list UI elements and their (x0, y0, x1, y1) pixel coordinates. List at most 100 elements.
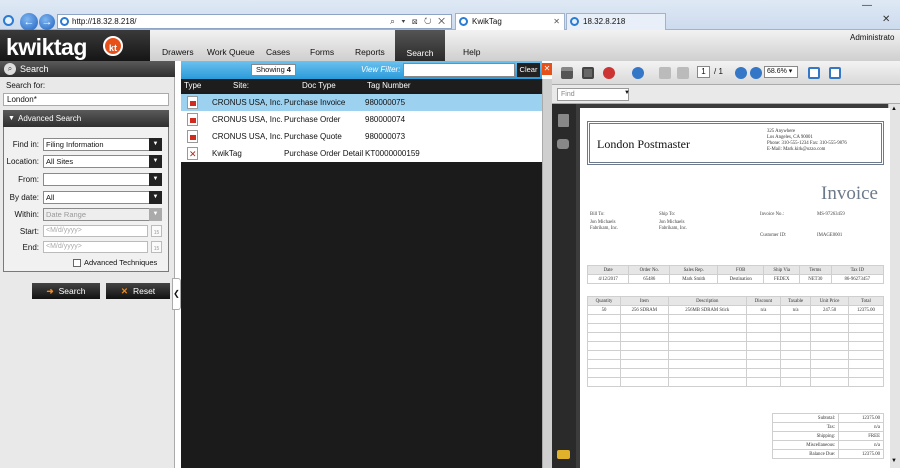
settings-icon[interactable] (632, 67, 644, 79)
by-date-value: All (46, 193, 55, 202)
col-type[interactable]: Type (184, 79, 201, 92)
bill-to-label: Bill To: (590, 212, 605, 217)
order-cell: FEDEX (763, 274, 801, 284)
total-value: n/a (838, 422, 884, 432)
zoom-value: 68.6% (767, 68, 787, 75)
col-tag-number[interactable]: Tag Number (367, 79, 411, 92)
zoom-in-icon[interactable] (750, 67, 762, 79)
chevron-down-icon: ▼ (149, 208, 162, 221)
advanced-search-title: Advanced Search (18, 114, 82, 123)
close-results-icon[interactable]: ✕ (542, 63, 552, 75)
chevron-down-icon[interactable]: ▼ (149, 155, 162, 168)
kwiktag-doc-icon (187, 146, 198, 163)
search-for-input[interactable]: London* (3, 93, 169, 106)
close-icon[interactable]: ✕ (553, 14, 560, 29)
fit-page-icon[interactable] (808, 67, 820, 79)
total-label: Shipping: (771, 431, 840, 441)
menu-work-queue[interactable]: Work Queue (207, 47, 255, 57)
address-line: E-Mail: Mark.kirk@ozzo.com (767, 147, 826, 152)
col-doc-type[interactable]: Doc Type (302, 79, 336, 92)
invoice-no: MS-97263459 (817, 212, 845, 217)
pdf-icon (187, 113, 198, 126)
collapse-panel-handle[interactable]: ❮ (172, 278, 181, 310)
within-value: Date Range (46, 210, 87, 219)
cell-doc-type: Purchase Invoice (284, 98, 346, 107)
address-text: http://18.32.8.218/ (72, 17, 137, 26)
chevron-down-icon[interactable]: ▼ (149, 191, 162, 204)
table-row[interactable]: KwikTag Purchase Order Detail KT00000001… (181, 145, 542, 163)
total-label: Miscellaneous: (771, 440, 840, 450)
item-header: Item (620, 296, 669, 306)
page-number-input[interactable]: 1 (697, 66, 710, 78)
menu-help[interactable]: Help (463, 47, 480, 57)
pages-icon[interactable] (558, 114, 569, 127)
zoom-out-icon[interactable] (735, 67, 747, 79)
menu-reports[interactable]: Reports (355, 47, 385, 57)
from-select[interactable]: ▼ (43, 173, 162, 186)
order-cell: 86-96273457 (830, 274, 885, 284)
table-row[interactable]: CRONUS USA, Inc. Purchase Order 98000007… (181, 111, 542, 128)
advanced-techniques-checkbox[interactable] (73, 259, 81, 267)
chevron-down-icon[interactable]: ▼ (624, 90, 630, 96)
fullscreen-icon[interactable] (829, 67, 841, 79)
zoom-select[interactable]: 68.6% ▾ (764, 66, 798, 78)
order-cell: Destination (717, 274, 765, 284)
col-site[interactable]: Site: (233, 79, 249, 92)
tab-address[interactable]: 18.32.8.218 (566, 13, 666, 30)
export-icon[interactable] (603, 67, 615, 79)
print-icon[interactable] (561, 67, 573, 79)
address-actions-icon[interactable]: ⌕ ▾ ⊠ ↻ ✕ (390, 15, 447, 28)
chevron-down-icon[interactable]: ▼ (149, 138, 162, 151)
find-in-value: Filing Information (46, 140, 104, 149)
save-icon[interactable] (582, 67, 594, 79)
total-label: Subtotal: (771, 413, 840, 423)
order-header: Order No. (628, 265, 671, 275)
chevron-down-icon[interactable]: ▼ (149, 173, 162, 186)
search-button[interactable]: ➜ Search (32, 283, 100, 299)
back-button[interactable]: ← (20, 13, 38, 31)
menu-forms[interactable]: Forms (310, 47, 334, 57)
from-label: From: (18, 175, 39, 184)
location-select[interactable]: All Sites ▼ (43, 155, 162, 168)
search-icon: ⌕ (4, 63, 16, 75)
cell-doc-type: Purchase Order (284, 115, 341, 124)
advanced-techniques-label[interactable]: Advanced Techniques (84, 258, 157, 267)
minimize-icon[interactable]: — (862, 0, 872, 11)
scroll-up-icon[interactable]: ▲ (891, 106, 897, 112)
view-filter-input[interactable] (403, 63, 515, 77)
reset-button[interactable]: ✕ Reset (106, 283, 170, 299)
address-bar[interactable]: http://18.32.8.218/ ⌕ ▾ ⊠ ↻ ✕ (57, 14, 452, 29)
search-button-label: Search (58, 286, 86, 296)
ship-to-label: Ship To: (659, 212, 676, 217)
binoculars-icon[interactable] (557, 139, 569, 149)
showing-number: 4 (286, 65, 291, 74)
next-page-icon[interactable] (677, 67, 689, 79)
window-close-icon[interactable]: ✕ (882, 14, 890, 25)
total-value: n/a (838, 440, 884, 450)
search-for-label: Search for: (6, 81, 46, 90)
menu-search[interactable]: Search (395, 30, 445, 61)
cell-tag: KT0000000159 (365, 149, 420, 158)
scroll-down-icon[interactable]: ▼ (891, 458, 897, 464)
item-cell: 256MB SDRAM Stick (667, 305, 748, 315)
by-date-label: By date: (9, 193, 39, 202)
panel-splitter[interactable] (542, 79, 552, 468)
cell-tag: 980000073 (365, 132, 406, 141)
table-row[interactable]: CRONUS USA, Inc. Purchase Invoice 980000… (181, 94, 542, 111)
table-row[interactable]: CRONUS USA, Inc. Purchase Quote 98000007… (181, 128, 542, 145)
user-name[interactable]: Administrato (850, 33, 894, 42)
advanced-search-header[interactable]: ▼ Advanced Search (3, 110, 169, 127)
item-header: Taxable (779, 296, 812, 306)
menu-cases[interactable]: Cases (266, 47, 290, 57)
by-date-select[interactable]: All ▼ (43, 191, 162, 204)
viewer-sidebar (552, 104, 576, 468)
order-header: FOB (717, 265, 765, 275)
find-in-select[interactable]: Filing Information ▼ (43, 138, 162, 151)
clear-button[interactable]: Clear (517, 63, 540, 77)
tab-kwiktag[interactable]: KwikTag ✕ (455, 13, 565, 30)
prev-page-icon[interactable] (659, 67, 671, 79)
comment-icon[interactable] (557, 450, 570, 459)
find-input[interactable]: Find (557, 88, 629, 101)
forward-button[interactable]: → (39, 14, 55, 30)
menu-drawers[interactable]: Drawers (162, 47, 194, 57)
